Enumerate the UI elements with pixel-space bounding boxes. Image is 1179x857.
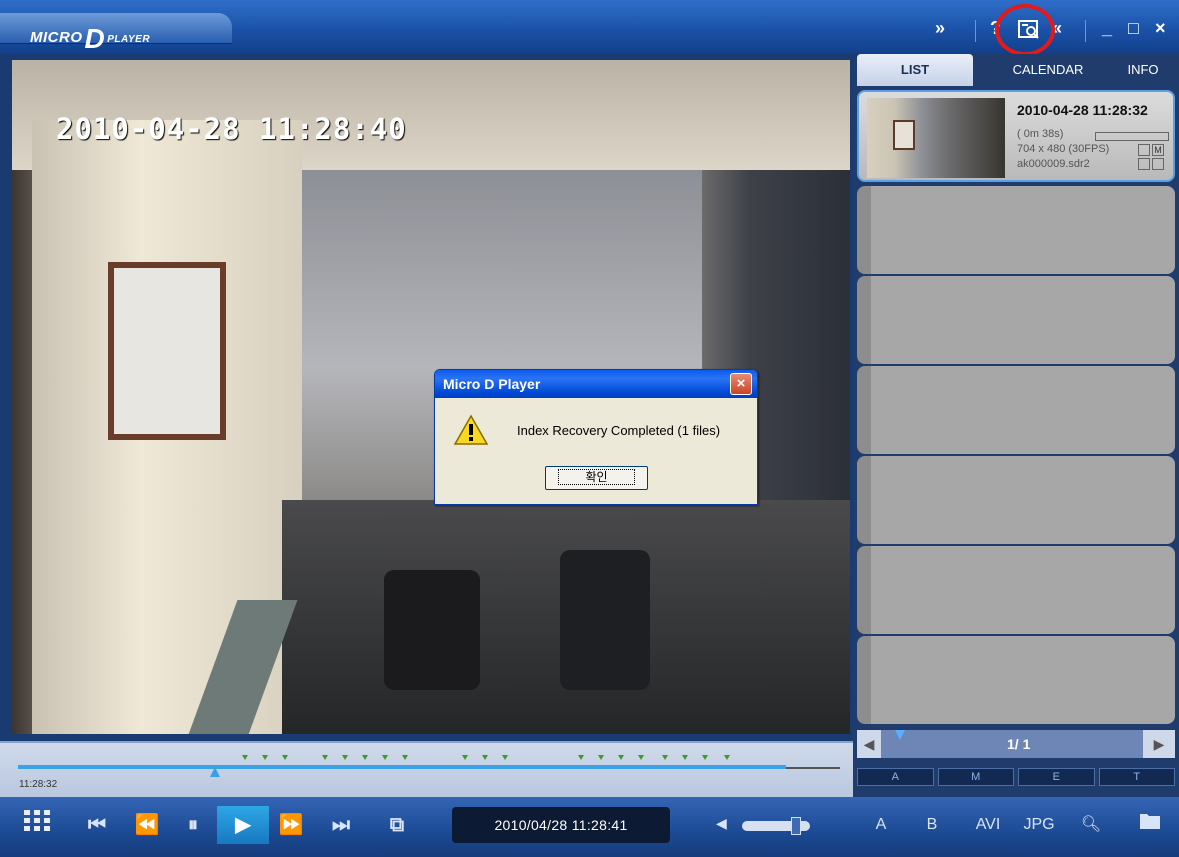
close-button[interactable]: × [1155,18,1166,39]
search-icon[interactable]: 🔍︎ [1076,810,1106,840]
filter-all-button[interactable]: A [857,768,934,786]
ok-button[interactable]: 확인 [545,466,648,490]
list-item-resolution: 704 x 480 (30FPS) [1017,143,1110,155]
title-bar: MICROD PLAYER » ? « _ □ × [0,0,1179,56]
list-item-filename: ak000009.sdr2 [1017,158,1090,170]
video-scene-calendar [108,262,226,440]
event-marker[interactable] [342,755,348,760]
list-item-empty[interactable] [857,366,1175,454]
pause-icon[interactable]: ⏸ [176,810,210,840]
event-marker[interactable] [662,755,668,760]
list-item[interactable]: 2010-04-28 11:28:32 ( 0m 38s) 704 x 480 … [857,90,1175,182]
event-marker[interactable] [502,755,508,760]
filter-time-button[interactable]: T [1098,768,1175,786]
event-marker[interactable] [242,755,248,760]
maximize-button[interactable]: □ [1128,18,1139,39]
list-item-empty[interactable] [857,456,1175,544]
ok-button-label: 확인 [558,469,635,485]
timeline-start-label: 11:28:32 [19,779,58,790]
event-marker[interactable] [682,755,688,760]
channel-box [1138,158,1150,170]
list-item-empty[interactable] [857,636,1175,724]
timeline-fill [18,765,786,769]
event-marker[interactable] [598,755,604,760]
export-avi-button[interactable]: AVI [968,810,1008,840]
file-list-panel: LIST CALENDAR INFO 2010-04-28 11:28:32 (… [853,54,1179,797]
tab-list[interactable]: LIST [857,54,973,86]
speaker-icon[interactable]: ◀ [716,815,727,832]
export-jpg-button[interactable]: JPG [1018,810,1060,840]
copy-frame-icon[interactable]: ⧉ [380,810,414,840]
motion-badge: M [1152,144,1164,156]
volume-control[interactable]: ◀ [716,815,816,837]
video-scene-chair [384,570,480,690]
list-item-empty[interactable] [857,186,1175,274]
warning-icon [453,414,489,446]
pager-text: 1/ 1 [1007,736,1031,752]
event-marker[interactable] [402,755,408,760]
channel-box [1152,158,1164,170]
mark-a-button[interactable]: A [866,810,896,840]
event-marker[interactable] [482,755,488,760]
channel-box [1138,144,1150,156]
pager-prev-button[interactable]: ◀ [857,730,881,758]
filter-motion-button[interactable]: M [937,768,1014,786]
dialog-title: Micro D Player [435,370,757,398]
filter-event-button[interactable]: E [1018,768,1095,786]
logo-text-player: PLAYER [107,34,151,45]
list-item-empty[interactable] [857,546,1175,634]
title-separator [1085,20,1086,42]
event-marker[interactable] [282,755,288,760]
timeline-thumb[interactable] [210,767,221,777]
video-scene-chair [560,550,650,690]
list-item-duration: ( 0m 38s) [1017,128,1064,140]
list-item-empty[interactable] [857,276,1175,364]
logo-text-micro: MICRO [30,29,83,46]
fast-forward-icon[interactable]: ⏩ [274,810,308,840]
list-item-date: 2010-04-28 11:28:32 [1017,102,1148,118]
playback-toolbar: ⏮ ⏪ ⏸ ▶ ⏩ ⏭ ⧉ 2010/04/28 11:28:41 ◀ A B … [0,797,1179,857]
playback-time-display: 2010/04/28 11:28:41 [452,807,670,843]
event-marker[interactable] [724,755,730,760]
minimize-button[interactable]: _ [1102,18,1112,39]
event-marker[interactable] [618,755,624,760]
event-marker[interactable] [262,755,268,760]
event-marker[interactable] [462,755,468,760]
event-marker[interactable] [702,755,708,760]
title-separator [975,20,976,42]
event-filter-row: A M E T [857,768,1175,786]
message-dialog: Micro D Player × Index Recovery Complete… [434,369,758,505]
event-marker[interactable] [578,755,584,760]
rewind-icon[interactable]: ⏪ [130,810,164,840]
folder-icon[interactable] [1135,810,1165,840]
timeline[interactable]: 11:28:32 [0,741,853,797]
dialog-close-button[interactable]: × [730,373,752,395]
skip-end-icon[interactable]: ⏭ [324,810,358,840]
expand-icon[interactable]: » [935,18,945,39]
event-marker[interactable] [638,755,644,760]
pager: ◀ 1/ 1 ▶ [857,730,1175,758]
osd-timestamp: 2010-04-28 11:28:40 [56,112,407,146]
event-marker[interactable] [322,755,328,760]
list-item-progress-bar [1095,132,1169,141]
logo-text-d: D [84,23,106,54]
tab-info[interactable]: INFO [1111,54,1175,86]
dialog-message: Index Recovery Completed (1 files) [517,423,721,438]
highlight-circle [995,4,1055,56]
mark-b-button[interactable]: B [917,810,947,840]
event-marker[interactable] [382,755,388,760]
list-item-thumbnail [867,98,1005,178]
tab-calendar[interactable]: CALENDAR [993,54,1103,86]
pager-next-button[interactable]: ▶ [1143,730,1175,758]
grid-layout-button[interactable] [20,810,54,840]
volume-knob[interactable] [791,817,802,835]
play-button[interactable]: ▶ [217,806,269,844]
event-marker[interactable] [362,755,368,760]
pager-marker-icon [895,730,905,740]
skip-start-icon[interactable]: ⏮ [80,810,114,840]
app-logo: MICROD PLAYER [30,17,151,54]
